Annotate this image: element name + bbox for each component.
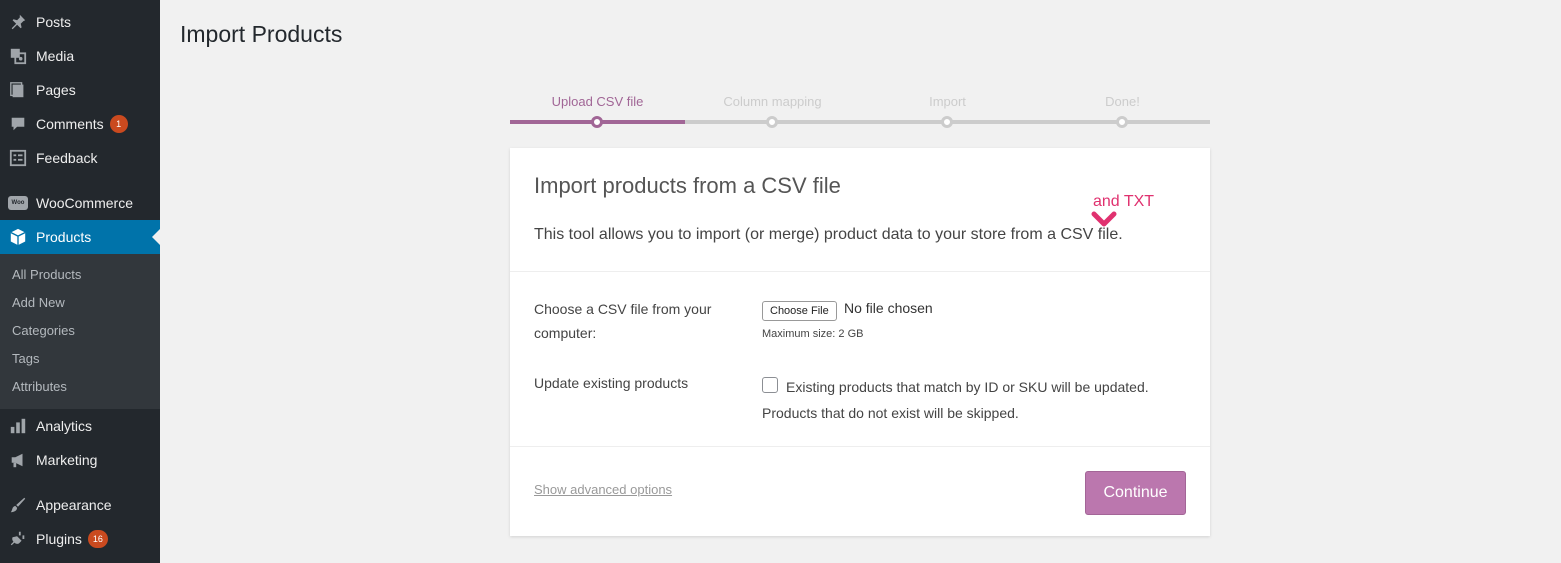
woo-logo: Woo: [8, 196, 28, 210]
step-label: Upload CSV file: [551, 94, 644, 109]
media-icon: [8, 46, 28, 66]
sidebar-item-label: Appearance: [36, 497, 112, 513]
submenu-add-new[interactable]: Add New: [12, 295, 65, 310]
woo-icon: Woo: [8, 193, 28, 213]
sidebar-item-label: Feedback: [36, 150, 98, 166]
annotation-text: and TXT: [1093, 193, 1155, 210]
sidebar-item-label: Products: [36, 229, 92, 245]
import-steps: Upload CSV file Column mapping Import Do…: [510, 94, 1210, 128]
sidebar-item-pages[interactable]: Pages: [0, 73, 160, 107]
pin-icon: [8, 12, 28, 32]
feedback-icon: [8, 148, 28, 168]
sidebar-item-appearance[interactable]: Appearance: [0, 488, 160, 522]
submenu-tags[interactable]: Tags: [12, 351, 39, 366]
card-header: Import products from a CSV file This too…: [510, 148, 1210, 272]
update-existing-label: Update existing products: [534, 375, 689, 391]
sidebar-item-label: Analytics: [36, 418, 93, 434]
file-status-text: No file chosen: [844, 300, 933, 316]
step-dot: [591, 116, 603, 128]
sidebar-item-woocommerce[interactable]: Woo WooCommerce: [0, 186, 160, 220]
admin-sidebar: Posts Media Pages Comments 1 Feedback Wo…: [0, 0, 160, 563]
step-label: Import: [929, 94, 966, 109]
sidebar-item-label: WooCommerce: [36, 195, 133, 211]
card-description: This tool allows you to import (or merge…: [534, 226, 1123, 243]
pages-icon: [8, 80, 28, 100]
step-done: Done!: [1035, 94, 1210, 128]
continue-button[interactable]: Continue: [1085, 471, 1186, 515]
sidebar-item-posts[interactable]: Posts: [0, 5, 160, 39]
import-card: Import products from a CSV file This too…: [510, 148, 1210, 536]
update-existing-description: Existing products that match by ID or SK…: [762, 379, 1149, 421]
sidebar-item-label: Plugins: [36, 531, 82, 547]
sidebar-item-label: Pages: [36, 82, 76, 98]
sidebar-item-products[interactable]: Products: [0, 220, 160, 254]
bar-chart-icon: [8, 416, 28, 436]
submenu-categories[interactable]: Categories: [12, 323, 75, 338]
box-icon: [8, 227, 28, 247]
step-dot: [941, 116, 953, 128]
max-size-note: Maximum size: 2 GB: [762, 328, 864, 340]
step-import: Import: [860, 94, 1035, 128]
step-column-mapping: Column mapping: [685, 94, 860, 128]
sidebar-item-media[interactable]: Media: [0, 39, 160, 73]
sidebar-item-plugins[interactable]: Plugins 16: [0, 522, 160, 556]
sidebar-item-feedback[interactable]: Feedback: [0, 141, 160, 175]
comment-icon: [8, 114, 28, 134]
step-upload: Upload CSV file: [510, 94, 685, 128]
show-advanced-options-link[interactable]: Show advanced options: [534, 482, 672, 497]
card-title: Import products from a CSV file: [534, 173, 841, 198]
step-dot: [766, 116, 778, 128]
annotation-caret-icon: [1091, 211, 1117, 227]
sidebar-item-label: Comments: [36, 116, 104, 132]
submenu-attributes[interactable]: Attributes: [12, 379, 67, 394]
brush-icon: [8, 495, 28, 515]
step-label: Done!: [1105, 94, 1140, 109]
plug-icon: [8, 529, 28, 549]
file-field-label: Choose a CSV file from your computer:: [534, 301, 712, 341]
page-title: Import Products: [180, 21, 343, 47]
sidebar-item-marketing[interactable]: Marketing: [0, 443, 160, 477]
step-dot: [1116, 116, 1128, 128]
sidebar-item-analytics[interactable]: Analytics: [0, 409, 160, 443]
step-label: Column mapping: [723, 94, 822, 109]
sidebar-item-label: Posts: [36, 14, 72, 30]
submenu-all-products[interactable]: All Products: [12, 267, 81, 282]
sidebar-item-label: Marketing: [36, 452, 98, 468]
plugins-count-badge: 16: [87, 530, 108, 548]
card-footer: Show advanced options Continue: [510, 446, 1210, 536]
products-submenu: All Products Add New Categories Tags Att…: [0, 254, 160, 409]
sidebar-item-label: Media: [36, 48, 75, 64]
choose-file-button[interactable]: Choose File: [762, 301, 837, 321]
sidebar-item-comments[interactable]: Comments 1: [0, 107, 160, 141]
megaphone-icon: [8, 450, 28, 470]
comments-count-badge: 1: [109, 115, 128, 133]
